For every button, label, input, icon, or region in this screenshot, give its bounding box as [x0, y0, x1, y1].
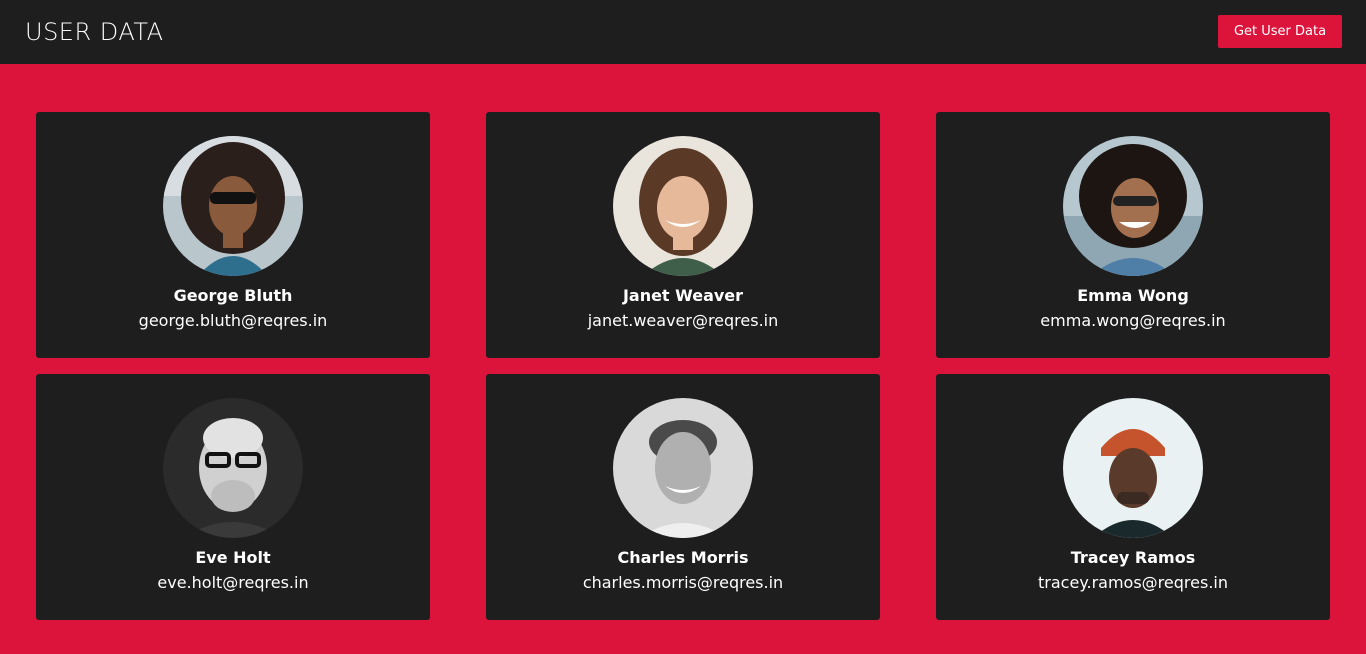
- user-name: Charles Morris: [617, 548, 749, 567]
- user-email: george.bluth@reqres.in: [138, 311, 328, 330]
- user-name: Emma Wong: [1077, 286, 1189, 305]
- user-card: Tracey Ramos tracey.ramos@reqres.in: [936, 374, 1330, 620]
- user-avatar: [1063, 136, 1203, 276]
- avatar-photo-icon: [613, 398, 753, 538]
- user-avatar: [613, 398, 753, 538]
- user-email: tracey.ramos@reqres.in: [1038, 573, 1228, 592]
- user-name: Tracey Ramos: [1070, 548, 1196, 567]
- avatar-photo-icon: [163, 136, 303, 276]
- user-email: eve.holt@reqres.in: [157, 573, 309, 592]
- user-email: charles.morris@reqres.in: [582, 573, 784, 592]
- user-email: janet.weaver@reqres.in: [587, 311, 779, 330]
- user-avatar: [163, 398, 303, 538]
- user-card: George Bluth george.bluth@reqres.in: [36, 112, 430, 358]
- user-card: Charles Morris charles.morris@reqres.in: [486, 374, 880, 620]
- user-card: Eve Holt eve.holt@reqres.in: [36, 374, 430, 620]
- user-name: Janet Weaver: [622, 286, 744, 305]
- avatar-photo-icon: [613, 136, 753, 276]
- user-avatar: [613, 136, 753, 276]
- user-card: Janet Weaver janet.weaver@reqres.in: [486, 112, 880, 358]
- user-email: emma.wong@reqres.in: [1040, 311, 1226, 330]
- user-card-grid: George Bluth george.bluth@reqres.in Jane…: [0, 0, 1366, 654]
- avatar-photo-icon: [1063, 136, 1203, 276]
- user-card: Emma Wong emma.wong@reqres.in: [936, 112, 1330, 358]
- avatar-photo-icon: [1063, 398, 1203, 538]
- user-name: Eve Holt: [195, 548, 271, 567]
- user-name: George Bluth: [173, 286, 293, 305]
- user-avatar: [1063, 398, 1203, 538]
- user-avatar: [163, 136, 303, 276]
- avatar-photo-icon: [163, 398, 303, 538]
